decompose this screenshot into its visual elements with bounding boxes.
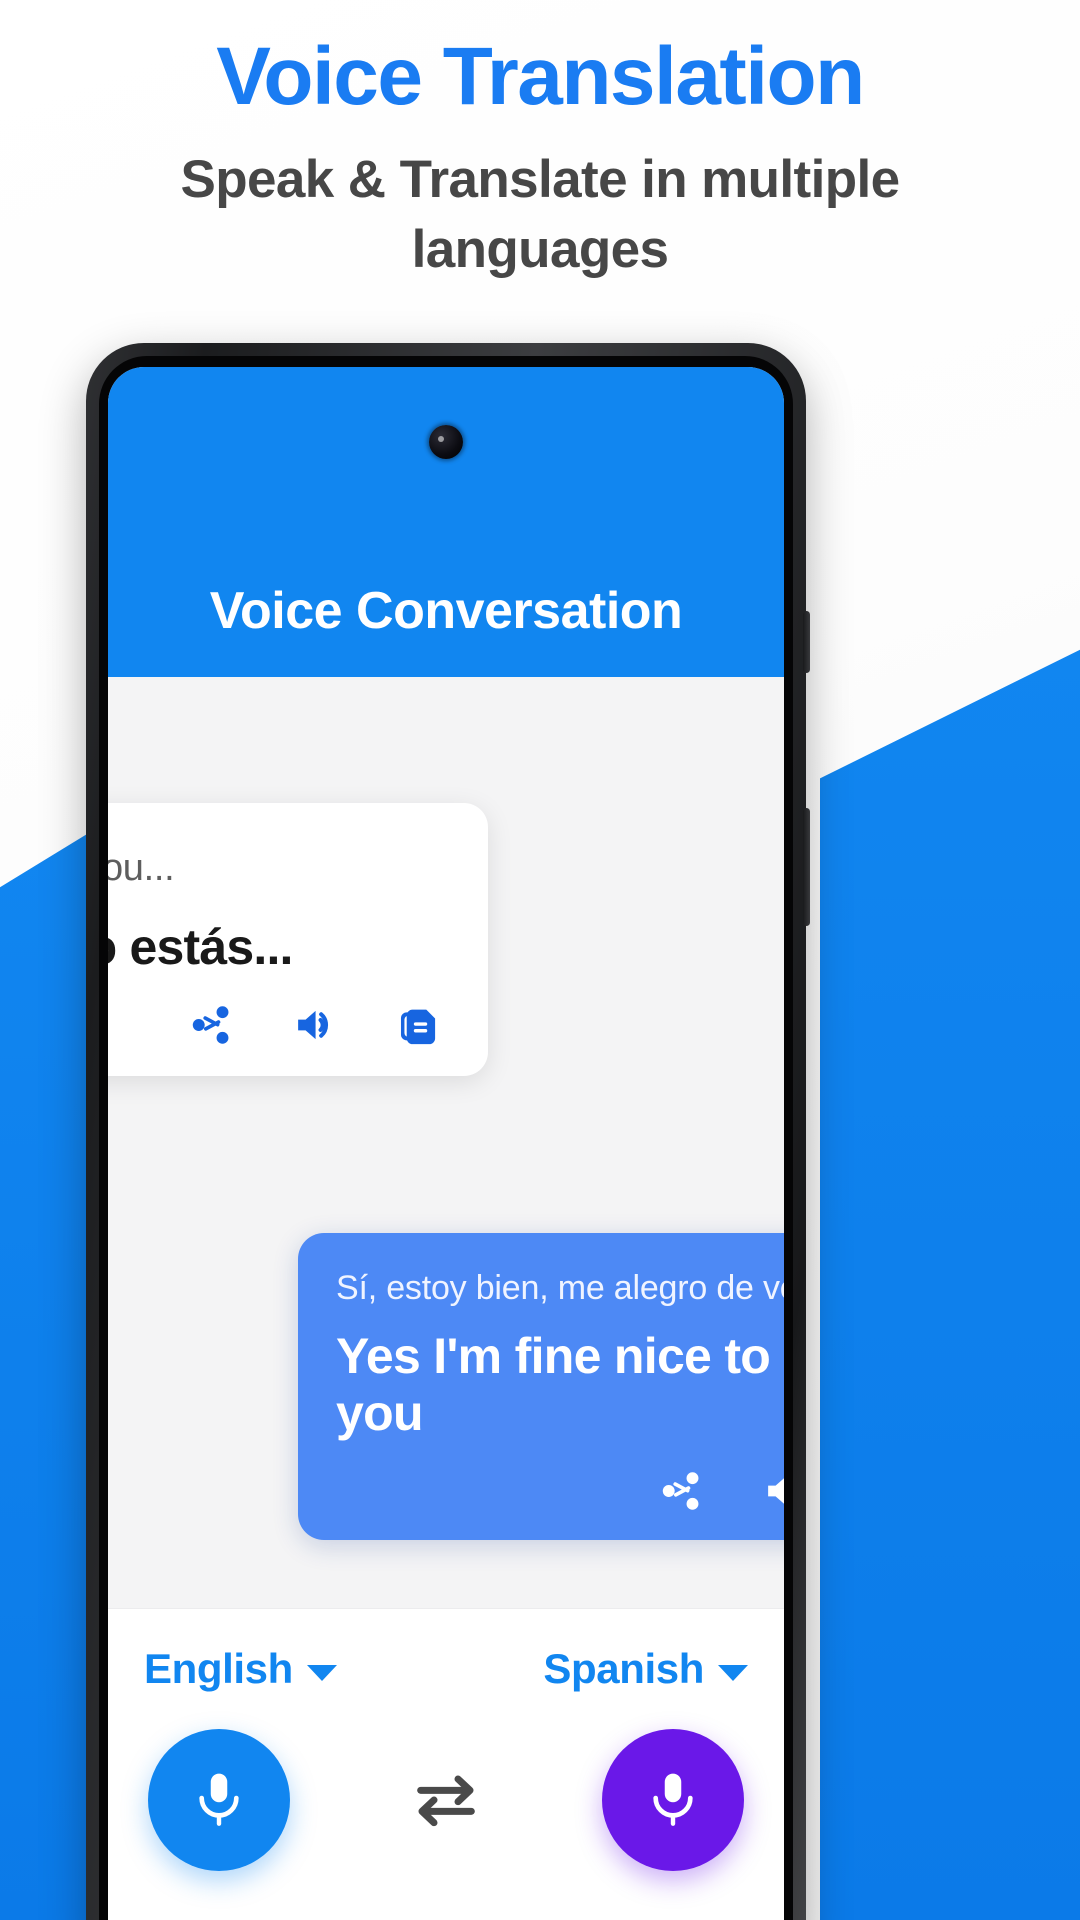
power-button[interactable] xyxy=(803,808,810,926)
share-icon[interactable] xyxy=(658,1468,704,1514)
swap-languages-button[interactable] xyxy=(399,1753,493,1847)
source-mic-button[interactable] xyxy=(148,1729,290,1871)
source-language-label: English xyxy=(144,1645,293,1692)
speaker-icon[interactable] xyxy=(762,1468,784,1514)
promo-headline: Voice Translation xyxy=(216,31,865,122)
chevron-down-icon xyxy=(306,1665,337,1681)
camera-punch-hole xyxy=(429,425,463,459)
message-translated-text: Yes I'm fine nice to see you xyxy=(336,1328,784,1441)
message-actions xyxy=(336,1468,784,1514)
source-language-selector[interactable]: English xyxy=(144,1645,337,1693)
message-source-text: Hello! How are you... xyxy=(108,847,175,889)
app-bar-title: Voice Conversation xyxy=(209,582,683,640)
message-actions xyxy=(108,1002,448,1048)
control-panel: English Spanish xyxy=(108,1608,784,1920)
message-bubble-incoming[interactable]: Hello! How are you... ¡Hola! Cómo estás.… xyxy=(108,803,488,1076)
language-selector-row: English Spanish xyxy=(144,1609,748,1693)
chevron-down-icon xyxy=(718,1665,748,1681)
message-bubble-outgoing[interactable]: Sí, estoy bien, me alegro de verte. Yes … xyxy=(298,1233,784,1540)
microphone-icon xyxy=(653,1773,693,1826)
conversation-list: Hello! How are you... ¡Hola! Cómo estás.… xyxy=(108,677,784,1632)
target-language-label: Spanish xyxy=(543,1645,704,1692)
speaker-icon[interactable] xyxy=(292,1002,338,1048)
promo-screenshot: Voice Translation Speak & Translate in m… xyxy=(0,0,1080,1920)
microphone-icon xyxy=(199,1773,239,1826)
volume-button[interactable] xyxy=(803,611,810,673)
copy-icon[interactable] xyxy=(396,1002,442,1048)
share-icon[interactable] xyxy=(188,1002,234,1048)
app-bar: Voice Conversation xyxy=(108,367,784,677)
target-mic-button[interactable] xyxy=(602,1729,744,1871)
mic-controls-row xyxy=(144,1729,748,1871)
phone-mockup: Voice Conversation Hello! How are you...… xyxy=(86,343,810,1920)
promo-subheadline: Speak & Translate in multiple languages xyxy=(180,149,901,279)
phone-screen: Voice Conversation Hello! How are you...… xyxy=(108,367,784,1920)
message-translated-text: ¡Hola! Cómo estás... xyxy=(108,919,293,975)
swap-arrows-icon xyxy=(417,1775,475,1827)
camera-glint xyxy=(438,436,444,442)
promo-header: Voice Translation Speak & Translate in m… xyxy=(0,0,1080,285)
message-source-text: Sí, estoy bien, me alegro de verte. xyxy=(336,1269,784,1307)
target-language-selector[interactable]: Spanish xyxy=(543,1645,748,1693)
background-shape-right xyxy=(820,620,1080,1920)
